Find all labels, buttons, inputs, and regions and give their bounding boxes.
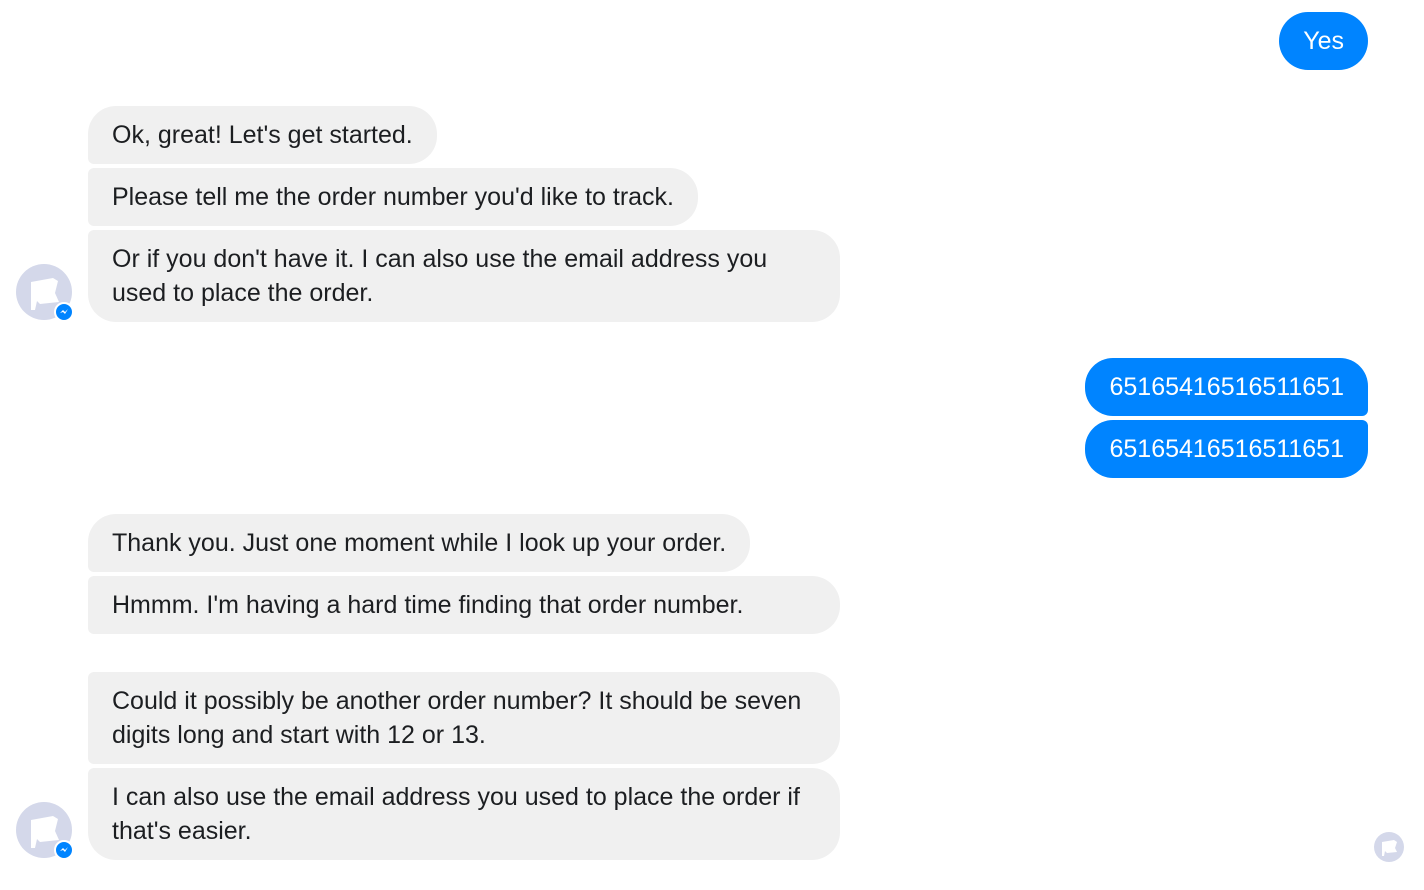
messenger-icon: [54, 302, 74, 322]
messenger-icon: [54, 840, 74, 860]
message-bubble-incoming[interactable]: Ok, great! Let's get started.: [88, 106, 437, 164]
message-bubble-outgoing[interactable]: Yes: [1279, 12, 1368, 70]
seen-avatar-icon: [1374, 832, 1404, 862]
message-bubble-outgoing[interactable]: 65165416516511651: [1085, 420, 1368, 478]
message-bubble-incoming[interactable]: Thank you. Just one moment while I look …: [88, 514, 751, 572]
message-bubble-incoming[interactable]: Hmmm. I'm having a hard time finding tha…: [88, 576, 840, 634]
white-flag-icon: [1382, 840, 1397, 856]
bot-avatar[interactable]: [16, 264, 74, 322]
message-bubble-outgoing[interactable]: 65165416516511651: [1085, 358, 1368, 416]
message-bubble-incoming[interactable]: Please tell me the order number you'd li…: [88, 168, 698, 226]
message-bubble-incoming[interactable]: Could it possibly be another order numbe…: [88, 672, 840, 764]
bot-avatar[interactable]: [16, 802, 74, 860]
message-bubble-incoming[interactable]: I can also use the email address you use…: [88, 768, 840, 860]
message-bubble-incoming[interactable]: Or if you don't have it. I can also use …: [88, 230, 840, 322]
